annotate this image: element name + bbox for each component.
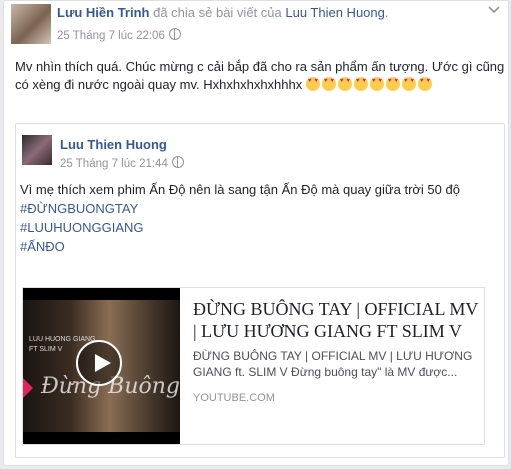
heart-eyes-emoji-icon [305, 77, 320, 91]
shared-post-meta: 25 Tháng 7 lúc 21:44 [60, 156, 184, 170]
share-action-text: đã chia sẻ bài viết của [153, 5, 282, 20]
link-title[interactable]: ĐỪNG BUÔNG TAY | OFFICIAL MV | LƯU HƯƠNG… [193, 298, 478, 342]
emoji-row [305, 77, 434, 92]
hashtag-link[interactable]: #ĐỪNGBUONGTAY [20, 199, 480, 218]
play-icon[interactable] [76, 340, 122, 386]
chevron-down-icon[interactable] [488, 6, 500, 14]
shared-from-link[interactable]: Luu Thien Huong [285, 5, 385, 20]
heart-eyes-emoji-icon [417, 77, 432, 91]
hashtag-link[interactable]: #ẤNĐO [20, 237, 480, 256]
link-preview-card[interactable]: LUU HUONG GIANG FT SLIM V Đừng Buông Tay… [22, 287, 485, 445]
post-header: Lưu Hiền Trinh đã chia sẻ bài viết của L… [57, 5, 389, 20]
heart-eyes-emoji-icon [337, 77, 352, 91]
thumb-artist: LUU HUONG GIANG [29, 336, 96, 343]
shared-post-header: Luu Thien Huong [60, 137, 167, 152]
shared-post-text: Vì mẹ thích xem phim Ấn Độ nên là sang t… [20, 180, 480, 256]
shared-author-avatar[interactable] [22, 135, 52, 165]
heart-eyes-emoji-icon [401, 77, 416, 91]
shared-author-name[interactable]: Luu Thien Huong [60, 137, 167, 152]
post-meta: 25 Tháng 7 lúc 22:06 [57, 28, 181, 42]
post-text: Mv nhìn thích quá. Chúc mừng c cải bắp đ… [15, 58, 505, 94]
heart-eyes-emoji-icon [385, 77, 400, 91]
hashtag-link[interactable]: #LUUHUONGGIANG [20, 218, 480, 237]
shared-post-timestamp[interactable]: 25 Tháng 7 lúc 21:44 [60, 158, 168, 170]
heart-eyes-emoji-icon [369, 77, 384, 91]
author-name[interactable]: Lưu Hiền Trinh [57, 5, 149, 20]
thumb-feat: FT SLIM V [29, 346, 63, 353]
globe-icon [168, 28, 181, 40]
heart-eyes-emoji-icon [321, 77, 336, 91]
link-source: YOUTUBE.COM [193, 392, 275, 404]
author-avatar[interactable] [11, 4, 51, 44]
post-timestamp[interactable]: 25 Tháng 7 lúc 22:06 [57, 30, 165, 42]
brand-mark-icon [23, 378, 33, 398]
video-thumbnail[interactable]: LUU HUONG GIANG FT SLIM V Đừng Buông Tay [23, 288, 180, 444]
globe-icon [171, 156, 184, 168]
link-description: ĐỪNG BUÔNG TAY | OFFICIAL MV | LƯU HƯƠNG… [193, 349, 473, 379]
link-info: ĐỪNG BUÔNG TAY | OFFICIAL MV | LƯU HƯƠNG… [193, 298, 478, 404]
heart-eyes-emoji-icon [353, 77, 368, 91]
